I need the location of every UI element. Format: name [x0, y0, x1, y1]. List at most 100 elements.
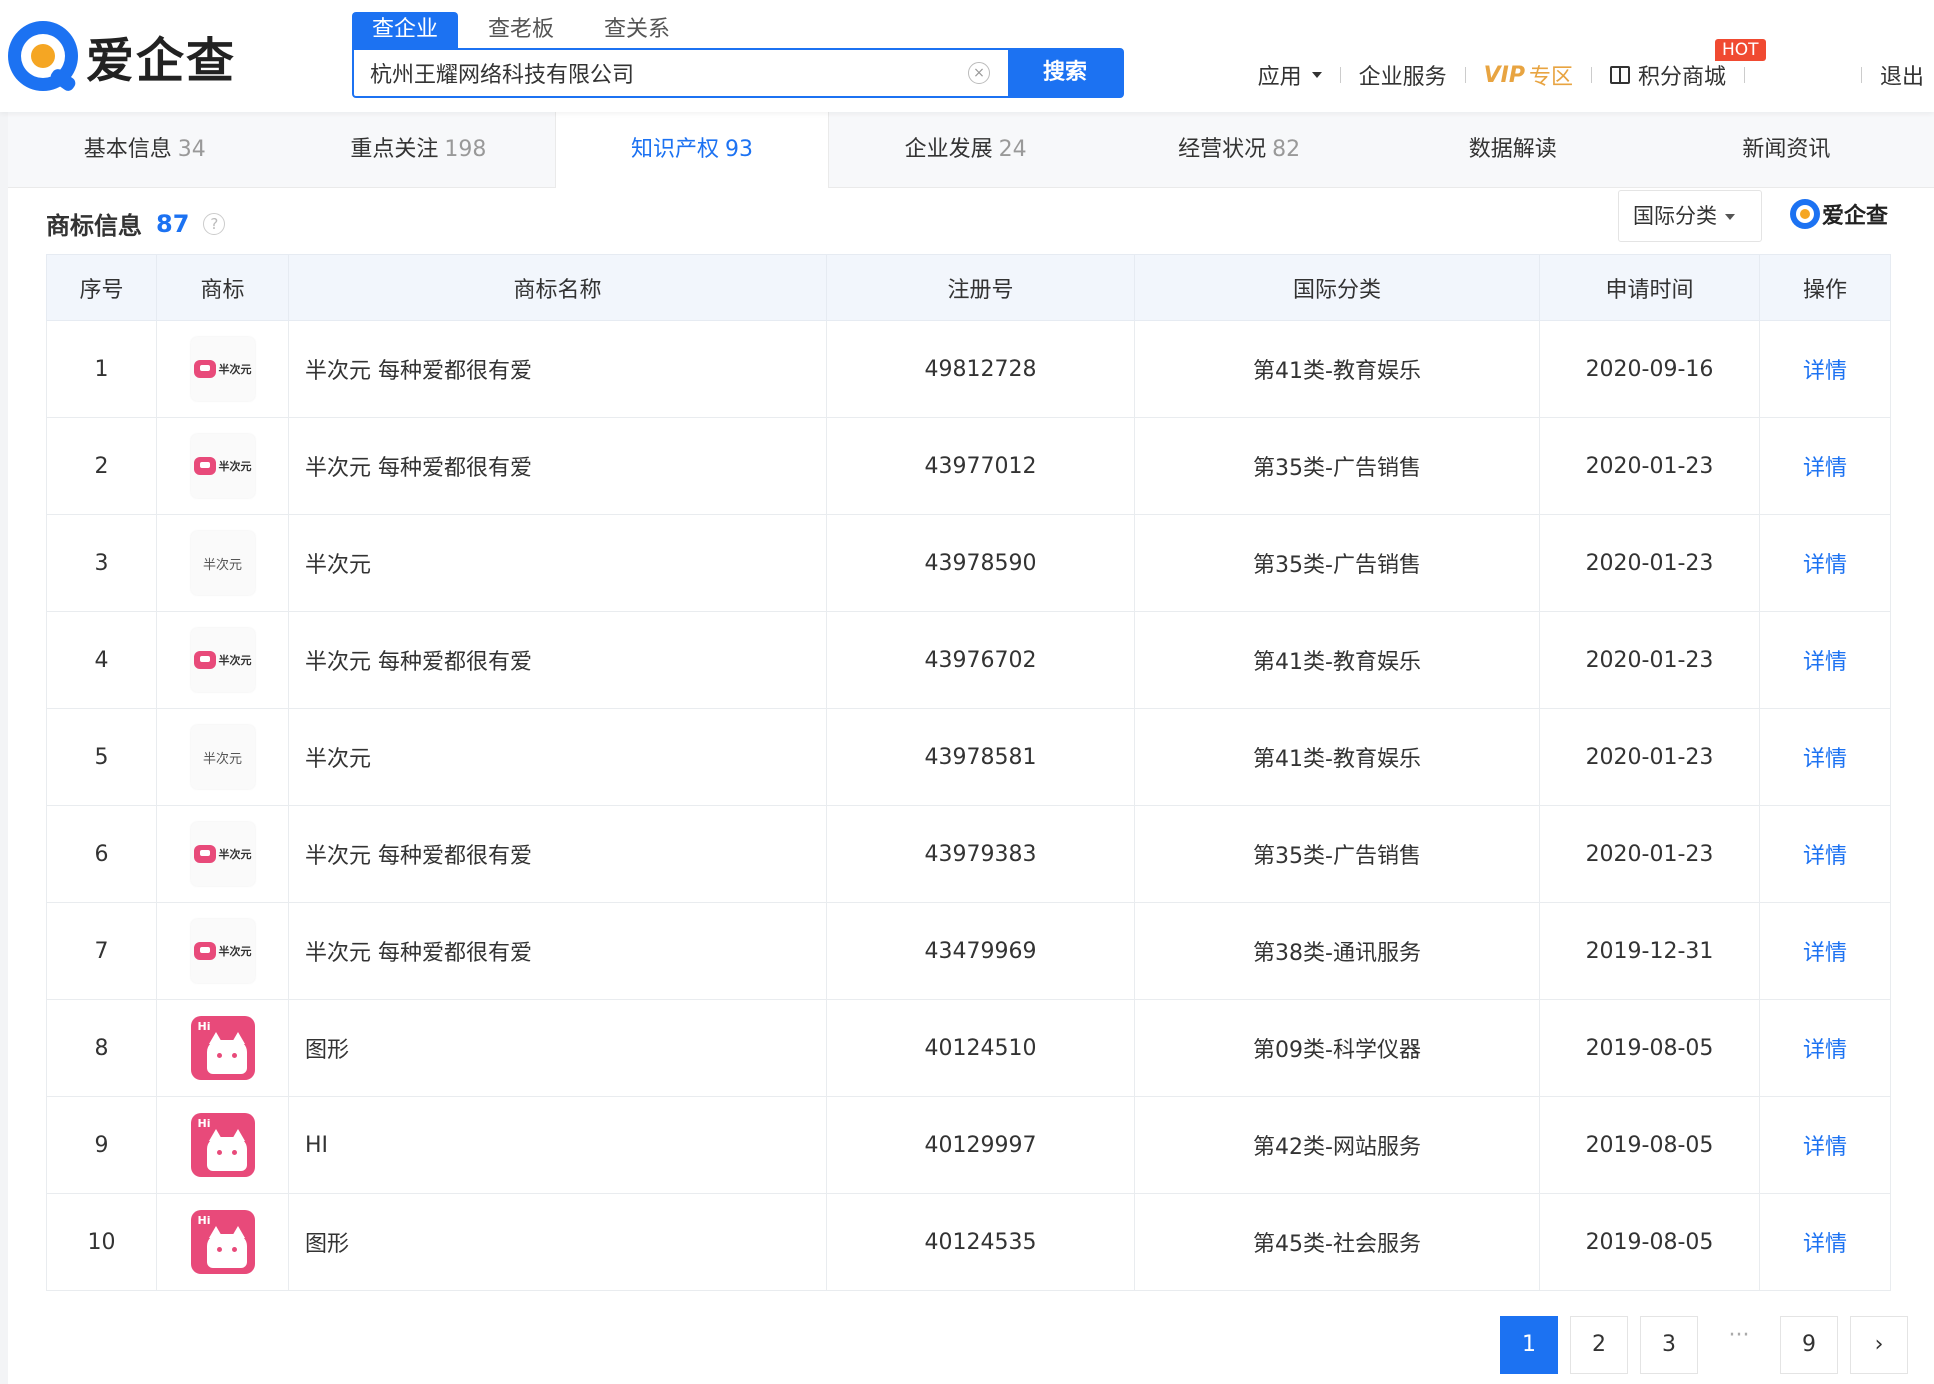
- tab-count: 82: [1272, 137, 1301, 162]
- tab-key-focus[interactable]: 重点关注 198: [282, 112, 556, 188]
- trademark-image[interactable]: 半次元: [190, 434, 255, 498]
- intl-class-filter[interactable]: 国际分类: [1618, 190, 1762, 242]
- trademark-image[interactable]: 半次元: [190, 531, 255, 595]
- row-index: 2: [46, 417, 157, 515]
- badge-icon: [193, 942, 216, 960]
- trademark-logo-text: 半次元: [202, 751, 242, 767]
- row-trademark-name: 半次元: [288, 708, 827, 806]
- row-apply-date: 2019-08-05: [1539, 1096, 1760, 1194]
- trademark-cat-image[interactable]: Hi: [190, 1113, 255, 1177]
- row-detail-link[interactable]: 详情: [1759, 708, 1891, 806]
- tab-intellectual-property[interactable]: 知识产权 93: [555, 112, 829, 188]
- row-apply-date: 2020-01-23: [1539, 708, 1760, 806]
- tab-count: 24: [998, 137, 1027, 162]
- col-header-index: 序号: [46, 254, 157, 321]
- apps-label: 应用: [1257, 65, 1302, 90]
- row-logo: Hi: [156, 1096, 289, 1194]
- tab-basic-info[interactable]: 基本信息 34: [8, 112, 282, 188]
- table-row: 5 半次元 半次元 43978581 第41类-教育娱乐 2020-01-23 详情: [46, 708, 1891, 806]
- tab-search-boss[interactable]: 查老板: [468, 12, 574, 48]
- trademark-image[interactable]: 半次元: [190, 919, 255, 983]
- row-intl-class: 第38类-通讯服务: [1134, 902, 1540, 1000]
- trademark-cat-image[interactable]: Hi: [190, 1210, 255, 1274]
- apps-menu[interactable]: 应用: [1248, 59, 1332, 91]
- search-button[interactable]: 搜索: [1008, 50, 1122, 96]
- row-trademark-name: 图形: [288, 1193, 827, 1291]
- row-index: 3: [46, 514, 157, 612]
- table-row: 8 Hi 图形 40124510 第09类-科学仪器 2019-08-05 详情: [46, 999, 1891, 1097]
- chevron-down-icon: [1311, 72, 1322, 78]
- divider: [1590, 67, 1592, 83]
- vip-zone-link[interactable]: VIP 专区: [1474, 59, 1583, 91]
- row-detail-link[interactable]: 详情: [1759, 805, 1891, 903]
- tab-data-insight[interactable]: 数据解读: [1376, 112, 1650, 188]
- trademark-logo-text: 半次元: [218, 848, 252, 861]
- row-intl-class: 第41类-教育娱乐: [1134, 320, 1540, 418]
- points-mall-link[interactable]: 积分商城 HOT: [1600, 39, 1766, 91]
- trademark-image[interactable]: 半次元: [190, 337, 255, 401]
- top-nav: 应用 企业服务 VIP 专区 积分商城 HOT 退出: [1248, 39, 1934, 92]
- logout-link[interactable]: 退出: [1870, 59, 1934, 91]
- row-apply-date: 2019-08-05: [1539, 1193, 1760, 1291]
- trademark-image[interactable]: 半次元: [190, 822, 255, 886]
- help-icon[interactable]: ?: [203, 212, 226, 235]
- search-type-tabs: 查企业 查老板 查关系: [352, 12, 700, 48]
- row-reg-no: 49812728: [826, 320, 1135, 418]
- row-detail-link[interactable]: 详情: [1759, 417, 1891, 515]
- row-reg-no: 43976702: [826, 611, 1135, 709]
- trademark-image[interactable]: 半次元: [190, 628, 255, 692]
- next-page-button[interactable]: ›: [1850, 1316, 1908, 1374]
- row-logo: Hi: [156, 999, 289, 1097]
- enterprise-service-link[interactable]: 企业服务: [1349, 59, 1457, 91]
- search-input[interactable]: [354, 50, 968, 96]
- trademark-image[interactable]: 半次元: [190, 725, 255, 789]
- page-1-button[interactable]: 1: [1500, 1316, 1558, 1374]
- row-trademark-name: 半次元: [288, 514, 827, 612]
- row-detail-link[interactable]: 详情: [1759, 999, 1891, 1097]
- row-intl-class: 第41类-教育娱乐: [1134, 708, 1540, 806]
- row-logo: 半次元: [156, 708, 289, 806]
- row-detail-link[interactable]: 详情: [1759, 902, 1891, 1000]
- row-intl-class: 第09类-科学仪器: [1134, 999, 1540, 1097]
- row-apply-date: 2020-01-23: [1539, 514, 1760, 612]
- table-row: 3 半次元 半次元 43978590 第35类-广告销售 2020-01-23 详情: [46, 514, 1891, 612]
- tab-operation-status[interactable]: 经营状况 82: [1102, 112, 1376, 188]
- row-trademark-name: HI: [288, 1096, 827, 1194]
- tab-label: 重点关注: [350, 137, 439, 162]
- col-header-name: 商标名称: [288, 254, 827, 321]
- trademark-cat-image[interactable]: Hi: [190, 1016, 255, 1080]
- row-apply-date: 2020-01-23: [1539, 805, 1760, 903]
- user-name[interactable]: [1753, 65, 1853, 85]
- tab-search-company[interactable]: 查企业: [352, 12, 459, 48]
- row-index: 6: [46, 805, 157, 903]
- page-ellipsis: ···: [1710, 1316, 1768, 1374]
- row-apply-date: 2019-12-31: [1539, 902, 1760, 1000]
- row-logo: Hi: [156, 1193, 289, 1291]
- row-detail-link[interactable]: 详情: [1759, 320, 1891, 418]
- row-reg-no: 43979383: [826, 805, 1135, 903]
- page-last-button[interactable]: 9: [1780, 1316, 1838, 1374]
- tab-count: 198: [444, 137, 487, 162]
- row-detail-link[interactable]: 详情: [1759, 514, 1891, 612]
- row-reg-no: 43977012: [826, 417, 1135, 515]
- page-3-button[interactable]: 3: [1640, 1316, 1698, 1374]
- section-count: 87: [156, 209, 190, 238]
- page-2-button[interactable]: 2: [1570, 1316, 1628, 1374]
- row-detail-link[interactable]: 详情: [1759, 1193, 1891, 1291]
- trademark-logo-text: 半次元: [218, 363, 252, 376]
- watermark-logo: 爱企查: [1790, 198, 1888, 230]
- filter-label: 国际分类: [1633, 204, 1717, 228]
- table-row: 2 半次元 半次元 每种爱都很有爱 43977012 第35类-广告销售 2020-01-…: [46, 417, 1891, 515]
- tab-search-relation[interactable]: 查关系: [584, 12, 690, 48]
- row-detail-link[interactable]: 详情: [1759, 611, 1891, 709]
- tab-news[interactable]: 新闻资讯: [1650, 112, 1924, 188]
- table-body: 1 半次元 半次元 每种爱都很有爱 49812728 第41类-教育娱乐 2020-09-…: [46, 320, 1891, 1291]
- table-header-row: 序号 商标 商标名称 注册号 国际分类 申请时间 操作: [46, 254, 1891, 321]
- brand-logo[interactable]: 爱企查: [8, 20, 236, 94]
- tab-development[interactable]: 企业发展 24: [829, 112, 1103, 188]
- clear-icon[interactable]: ×: [968, 62, 990, 84]
- row-index: 7: [46, 902, 157, 1000]
- row-intl-class: 第42类-网站服务: [1134, 1096, 1540, 1194]
- trademark-logo-text: 半次元: [218, 460, 252, 473]
- row-detail-link[interactable]: 详情: [1759, 1096, 1891, 1194]
